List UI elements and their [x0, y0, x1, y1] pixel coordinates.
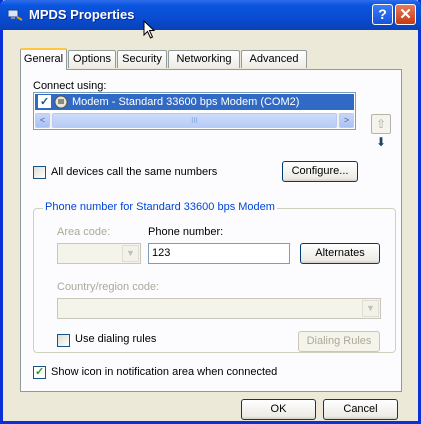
tab-networking[interactable]: Networking: [168, 50, 240, 68]
area-code-combo[interactable]: ▼: [57, 243, 141, 264]
network-connection-icon: [7, 9, 23, 21]
phone-group-title: Phone number for Standard 33600 bps Mode…: [43, 201, 277, 213]
tab-options[interactable]: Options: [68, 50, 116, 68]
horizontal-scrollbar[interactable]: < III >: [35, 113, 354, 128]
connect-using-label: Connect using:: [33, 80, 107, 92]
country-code-combo[interactable]: ▼: [57, 298, 381, 319]
properties-dialog: MPDS Properties ? ✕ General Options Secu…: [0, 0, 421, 424]
dialing-rules-label: Use dialing rules: [75, 333, 157, 345]
show-icon-label: Show icon in notification area when conn…: [51, 366, 278, 378]
scroll-left-button[interactable]: <: [35, 113, 50, 128]
show-icon-checkbox[interactable]: ✓: [33, 366, 46, 379]
country-code-label: Country/region code:: [57, 281, 160, 293]
chevron-down-icon: ▼: [122, 245, 139, 262]
move-down-button[interactable]: ⬇: [371, 133, 391, 153]
mouse-pointer-icon: [143, 20, 156, 39]
check-mark-icon: ✓: [40, 96, 50, 108]
device-list[interactable]: ✓ Modem - Standard 33600 bps Modem (COM2…: [33, 92, 356, 130]
device-checkbox[interactable]: ✓: [38, 95, 51, 108]
ok-button[interactable]: OK: [241, 399, 316, 420]
phone-number-label: Phone number:: [148, 226, 224, 238]
alternates-button[interactable]: Alternates: [300, 243, 380, 264]
all-devices-checkbox[interactable]: [33, 166, 46, 179]
area-code-label: Area code:: [57, 226, 111, 238]
device-name: Modem - Standard 33600 bps Modem (COM2): [72, 96, 300, 108]
dialing-rules-button[interactable]: Dialing Rules: [298, 331, 380, 352]
modem-icon: [54, 95, 68, 109]
title-bar[interactable]: MPDS Properties ? ✕: [0, 0, 421, 39]
list-item[interactable]: ✓ Modem - Standard 33600 bps Modem (COM2…: [35, 94, 354, 110]
phone-number-input[interactable]: 123: [148, 243, 290, 264]
check-mark-icon: ✓: [35, 366, 45, 378]
all-devices-label: All devices call the same numbers: [51, 166, 218, 178]
dialing-rules-checkbox[interactable]: [57, 334, 70, 347]
cancel-button[interactable]: Cancel: [323, 399, 398, 420]
tab-advanced[interactable]: Advanced: [241, 50, 307, 68]
tab-general[interactable]: General: [20, 48, 67, 70]
chevron-down-icon: ▼: [362, 300, 379, 317]
configure-button[interactable]: Configure...: [282, 161, 358, 182]
tab-security[interactable]: Security: [117, 50, 167, 68]
help-button[interactable]: ?: [372, 4, 393, 25]
move-up-button[interactable]: ⇧: [371, 114, 391, 134]
window-title: MPDS Properties: [29, 7, 135, 22]
scroll-right-button[interactable]: >: [339, 113, 354, 128]
close-button[interactable]: ✕: [395, 4, 416, 25]
scroll-thumb[interactable]: III: [52, 113, 337, 128]
